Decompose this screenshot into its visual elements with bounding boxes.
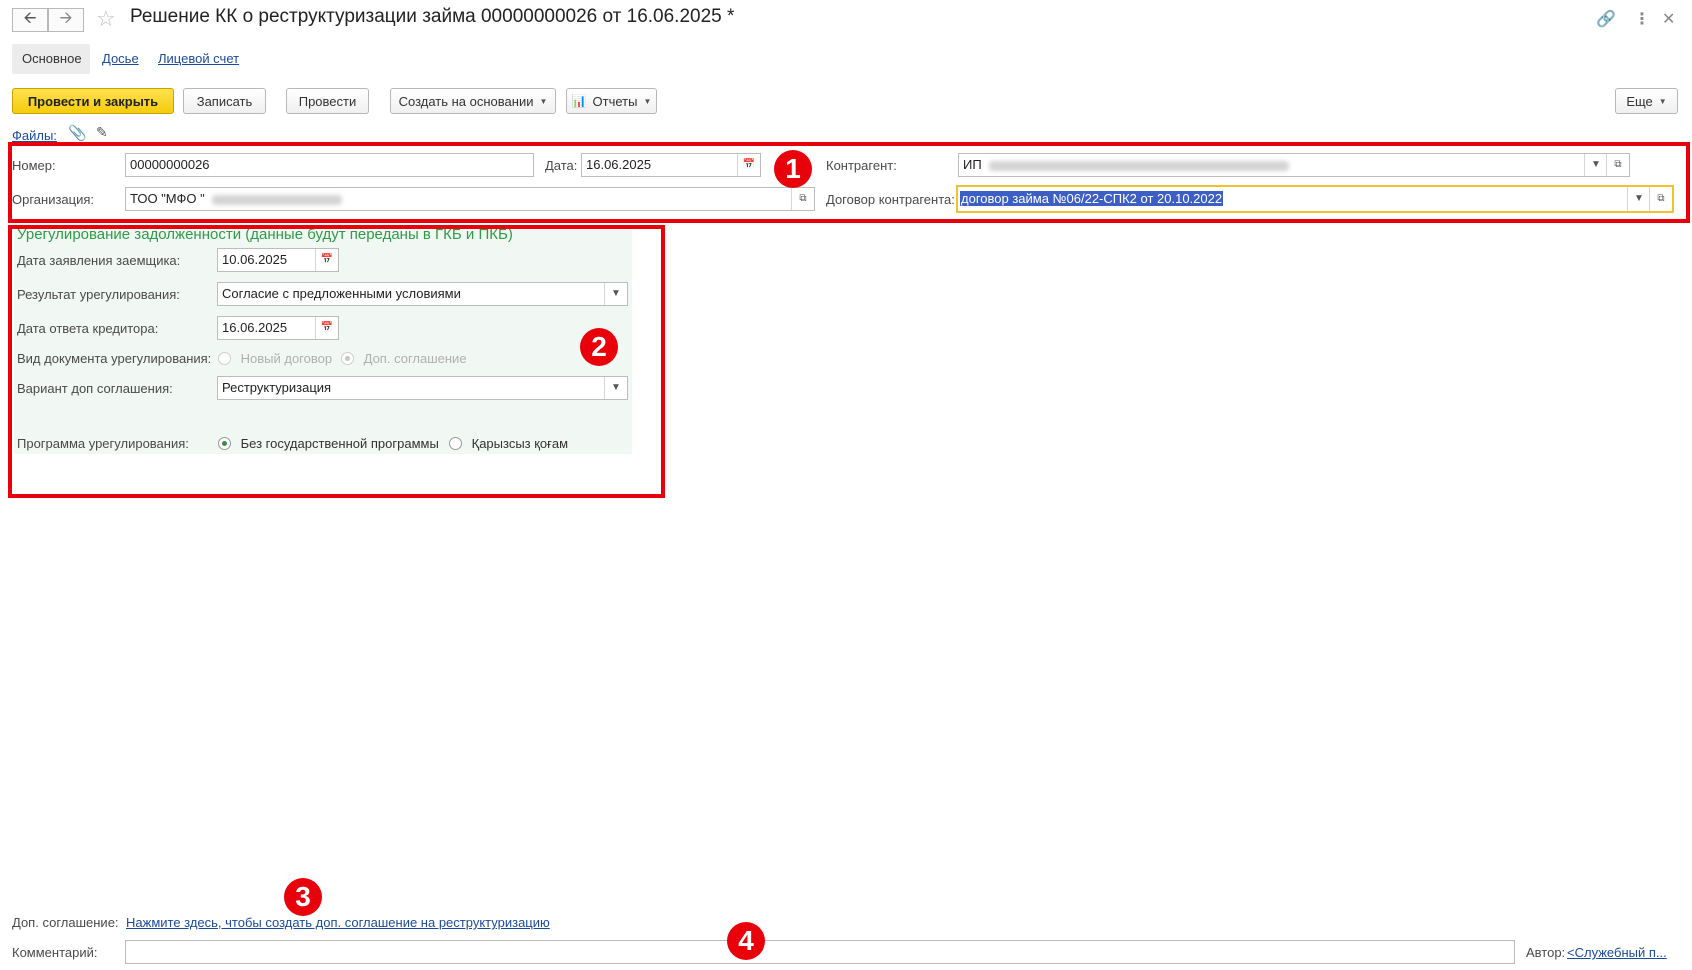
highlight-box-2 <box>8 225 665 498</box>
addendum-create-link[interactable]: Нажмите здесь, чтобы создать доп. соглаш… <box>126 915 550 930</box>
post-button[interactable]: Провести <box>286 88 369 114</box>
create-based-button[interactable]: Создать на основании ▼ <box>390 88 556 114</box>
highlight-box-1 <box>8 142 1690 223</box>
marker-4: 4 <box>727 922 765 960</box>
more-vertical-icon[interactable]: ⋮ <box>1634 9 1650 29</box>
post-and-close-button[interactable]: Провести и закрыть <box>12 88 174 114</box>
addendum-label: Доп. соглашение: <box>12 915 119 930</box>
more-label: Еще <box>1626 93 1653 109</box>
create-based-label: Создать на основании <box>398 93 534 109</box>
marker-1: 1 <box>774 150 812 188</box>
favorite-star-icon[interactable]: ☆ <box>96 6 116 32</box>
paperclip-icon[interactable]: 📎 <box>68 124 87 142</box>
tab-main[interactable]: Основное <box>12 44 90 74</box>
chevron-down-icon: ▼ <box>643 96 652 106</box>
save-button[interactable]: Записать <box>183 88 266 114</box>
chevron-down-icon: ▼ <box>1658 96 1667 106</box>
more-button[interactable]: Еще ▼ <box>1615 88 1678 114</box>
tab-account[interactable]: Лицевой счет <box>148 44 249 74</box>
report-icon: 📊 <box>571 94 587 108</box>
chevron-down-icon: ▼ <box>539 96 548 106</box>
tab-dossier[interactable]: Досье <box>92 44 149 74</box>
back-button[interactable]: 🡨 <box>12 8 48 32</box>
reports-label: Отчеты <box>592 93 638 109</box>
author-label: Автор: <box>1526 945 1566 960</box>
comment-label: Комментарий: <box>12 945 98 960</box>
files-link[interactable]: Файлы: <box>12 128 57 143</box>
close-icon[interactable]: ✕ <box>1662 9 1675 29</box>
reports-button[interactable]: 📊 Отчеты ▼ <box>566 88 657 114</box>
comment-field[interactable] <box>125 940 1515 964</box>
pen-icon[interactable]: ✎ <box>96 124 108 141</box>
forward-button[interactable]: 🡪 <box>48 8 84 32</box>
author-link[interactable]: <Служебный п... <box>1567 945 1667 960</box>
marker-2: 2 <box>580 328 618 366</box>
window-title: Решение КК о реструктуризации займа 0000… <box>130 6 735 27</box>
back-arrow-icon: 🡨 <box>23 9 37 27</box>
marker-3: 3 <box>284 878 322 916</box>
forward-arrow-icon: 🡪 <box>59 9 73 27</box>
link-icon[interactable]: 🔗 <box>1596 9 1616 29</box>
